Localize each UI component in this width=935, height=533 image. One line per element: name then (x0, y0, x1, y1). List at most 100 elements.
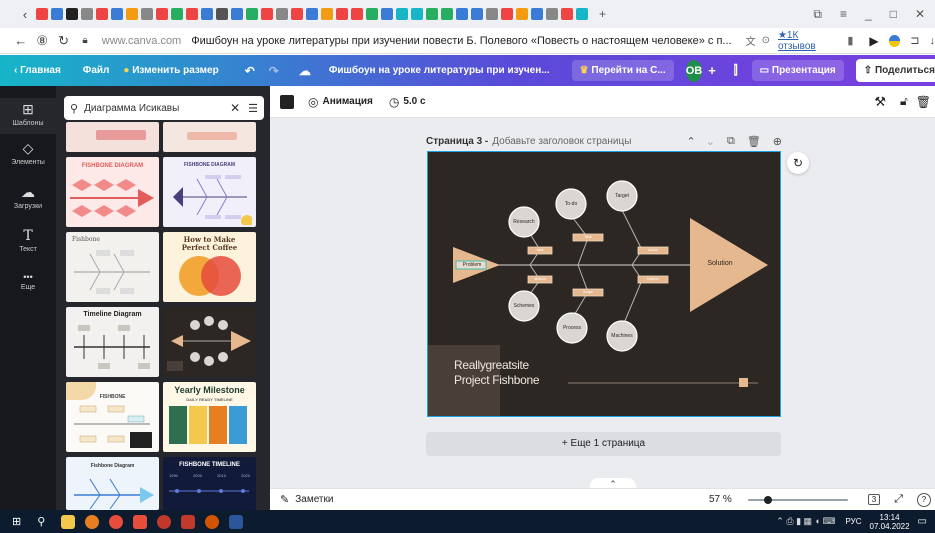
file-explorer-icon[interactable] (61, 514, 76, 529)
color-swatch[interactable] (280, 94, 294, 109)
tab-favicon[interactable] (231, 8, 243, 20)
share-button[interactable]: ⇧ Поделиться (855, 59, 935, 82)
tab-favicon[interactable] (471, 8, 483, 20)
tab-favicon[interactable] (126, 8, 138, 20)
brand-text[interactable]: Project Fishbone (454, 373, 540, 387)
extensions-icon[interactable]: ⊐ (910, 34, 919, 47)
tab-favicon[interactable] (486, 8, 498, 20)
clear-search-icon[interactable]: ✕ (230, 101, 240, 115)
protect-icon[interactable]: ⊙ (762, 35, 770, 46)
cause-tag-label[interactable]: Opinion (638, 277, 668, 281)
redo-icon[interactable]: ↷ (269, 64, 279, 78)
tab-favicon[interactable] (201, 8, 213, 20)
template-thumbnail[interactable]: Timeline Diagram (66, 307, 159, 377)
translate-icon[interactable]: 文 (746, 33, 756, 48)
minimize-icon[interactable]: _ (865, 7, 872, 21)
slide-canvas[interactable]: Problem Solution Research To-do Target S… (427, 151, 781, 417)
tab-favicon[interactable] (66, 8, 78, 20)
animation-button[interactable]: Анимация (322, 96, 372, 107)
tab-favicon[interactable] (411, 8, 423, 20)
tab-favicon[interactable] (366, 8, 378, 20)
solution-label[interactable]: Solution (690, 260, 750, 267)
add-page-button[interactable]: + Еще 1 страница (426, 432, 781, 456)
notifications-icon[interactable]: ▭ (918, 516, 927, 527)
tab-favicon[interactable] (546, 8, 558, 20)
alice-icon[interactable] (888, 34, 901, 47)
tab-favicon[interactable] (456, 8, 468, 20)
browser-menu-icon[interactable]: ≡ (840, 7, 847, 21)
home-button[interactable]: ‹ Главная (14, 65, 61, 76)
tab-favicon[interactable] (216, 8, 228, 20)
zoom-level[interactable]: 57 % (709, 494, 732, 505)
tab-favicon[interactable] (576, 8, 588, 20)
yandex-icon[interactable] (133, 514, 148, 529)
send-icon[interactable]: ▶ (869, 34, 878, 48)
cause-tag-label[interactable]: Idea (528, 248, 552, 252)
windows-start-icon[interactable]: ⊞ (12, 515, 21, 528)
tab-favicon[interactable] (156, 8, 168, 20)
acrobat-icon[interactable] (181, 514, 196, 529)
url-page-title[interactable]: Фишбоун на уроке литературы при изучении… (191, 35, 731, 47)
zoom-slider[interactable] (747, 495, 848, 505)
tab-favicon[interactable] (321, 8, 333, 20)
template-thumbnail[interactable] (66, 122, 159, 152)
animation-icon[interactable]: ◎ (308, 95, 318, 109)
template-thumbnail[interactable]: FISHBONE DIAGRAM (66, 157, 159, 227)
tab-favicon[interactable] (516, 8, 528, 20)
page-count-button[interactable]: 3 (867, 494, 881, 505)
template-search-box[interactable]: ⚲ Диаграмма Исикавы ✕ ☰ (64, 96, 264, 120)
template-thumbnail[interactable]: Fishbone (66, 232, 159, 302)
paint-format-icon[interactable]: ⚒ (874, 94, 886, 110)
cause-node-label[interactable]: To-do (556, 201, 586, 207)
cause-tag-label[interactable]: Method (528, 277, 552, 281)
tab-favicon[interactable] (531, 8, 543, 20)
rail-item-templates[interactable]: ⊞ Шаблоны (0, 98, 56, 134)
tab-favicon[interactable] (111, 8, 123, 20)
cloud-save-icon[interactable]: ☁ (299, 64, 311, 78)
add-page-icon[interactable]: ⊕ (773, 135, 782, 148)
duration-button[interactable]: 5.0 с (403, 96, 425, 107)
tab-scroll-left-icon[interactable]: ‹ (14, 7, 36, 22)
tab-favicon[interactable] (141, 8, 153, 20)
tab-favicon[interactable] (36, 8, 48, 20)
template-thumbnail[interactable]: Fishbone Diagram (66, 457, 159, 510)
template-thumbnail[interactable] (163, 307, 256, 377)
chevron-up-icon[interactable]: ⌃ (687, 135, 696, 148)
insights-icon[interactable]: ⫿ (734, 63, 738, 78)
tab-favicon[interactable] (381, 8, 393, 20)
search-input[interactable]: Диаграмма Исикавы (84, 103, 230, 114)
notes-icon[interactable]: ✎ (280, 493, 289, 506)
document-title[interactable]: Фишбоун на уроке литературы при изучен..… (329, 65, 550, 76)
fullscreen-icon[interactable]: ⤢ (894, 493, 903, 506)
refresh-suggestion-icon[interactable]: ↻ (787, 152, 809, 174)
page-title-input[interactable]: Добавьте заголовок страницы (492, 136, 631, 147)
new-tab-icon[interactable]: + (599, 7, 606, 21)
cause-node-label[interactable]: Research (509, 219, 539, 225)
yandex-browser-icon[interactable] (109, 514, 124, 529)
word-icon[interactable] (229, 514, 244, 529)
tab-favicon[interactable] (51, 8, 63, 20)
input-language[interactable]: РУС (845, 517, 861, 526)
help-icon[interactable]: ? (917, 492, 931, 507)
tab-favicon[interactable] (81, 8, 93, 20)
add-collaborator-icon[interactable]: + (708, 63, 716, 78)
template-thumbnail[interactable]: FISHBONE TIMELINE 1990 2000 2010 2020 (163, 457, 256, 510)
rail-item-more[interactable]: ••• Еще (0, 272, 56, 291)
tab-favicon[interactable] (561, 8, 573, 20)
brand-text[interactable]: Reallygreatsite (454, 358, 529, 372)
template-thumbnail[interactable]: Yearly Milestone DAILY READY TIMELINE (163, 382, 256, 452)
back-icon[interactable]: ← (10, 33, 31, 48)
maximize-icon[interactable]: □ (890, 7, 897, 21)
clock-icon[interactable]: ◷ (389, 95, 399, 109)
clock[interactable]: 13:14 07.04.2022 (870, 513, 910, 531)
tab-favicon[interactable] (291, 8, 303, 20)
delete-page-icon[interactable]: 🗑︎ (747, 135, 761, 148)
trash-icon[interactable]: 🗑︎ (916, 95, 931, 109)
file-menu-button[interactable]: Файл (83, 65, 110, 76)
cause-tag-label[interactable]: Action (638, 248, 668, 252)
chevron-down-icon[interactable]: ⌄ (706, 135, 715, 148)
tab-favicon[interactable] (276, 8, 288, 20)
tab-favicon[interactable] (336, 8, 348, 20)
template-thumbnail[interactable] (163, 122, 256, 152)
rail-item-text[interactable]: T Текст (0, 228, 56, 253)
